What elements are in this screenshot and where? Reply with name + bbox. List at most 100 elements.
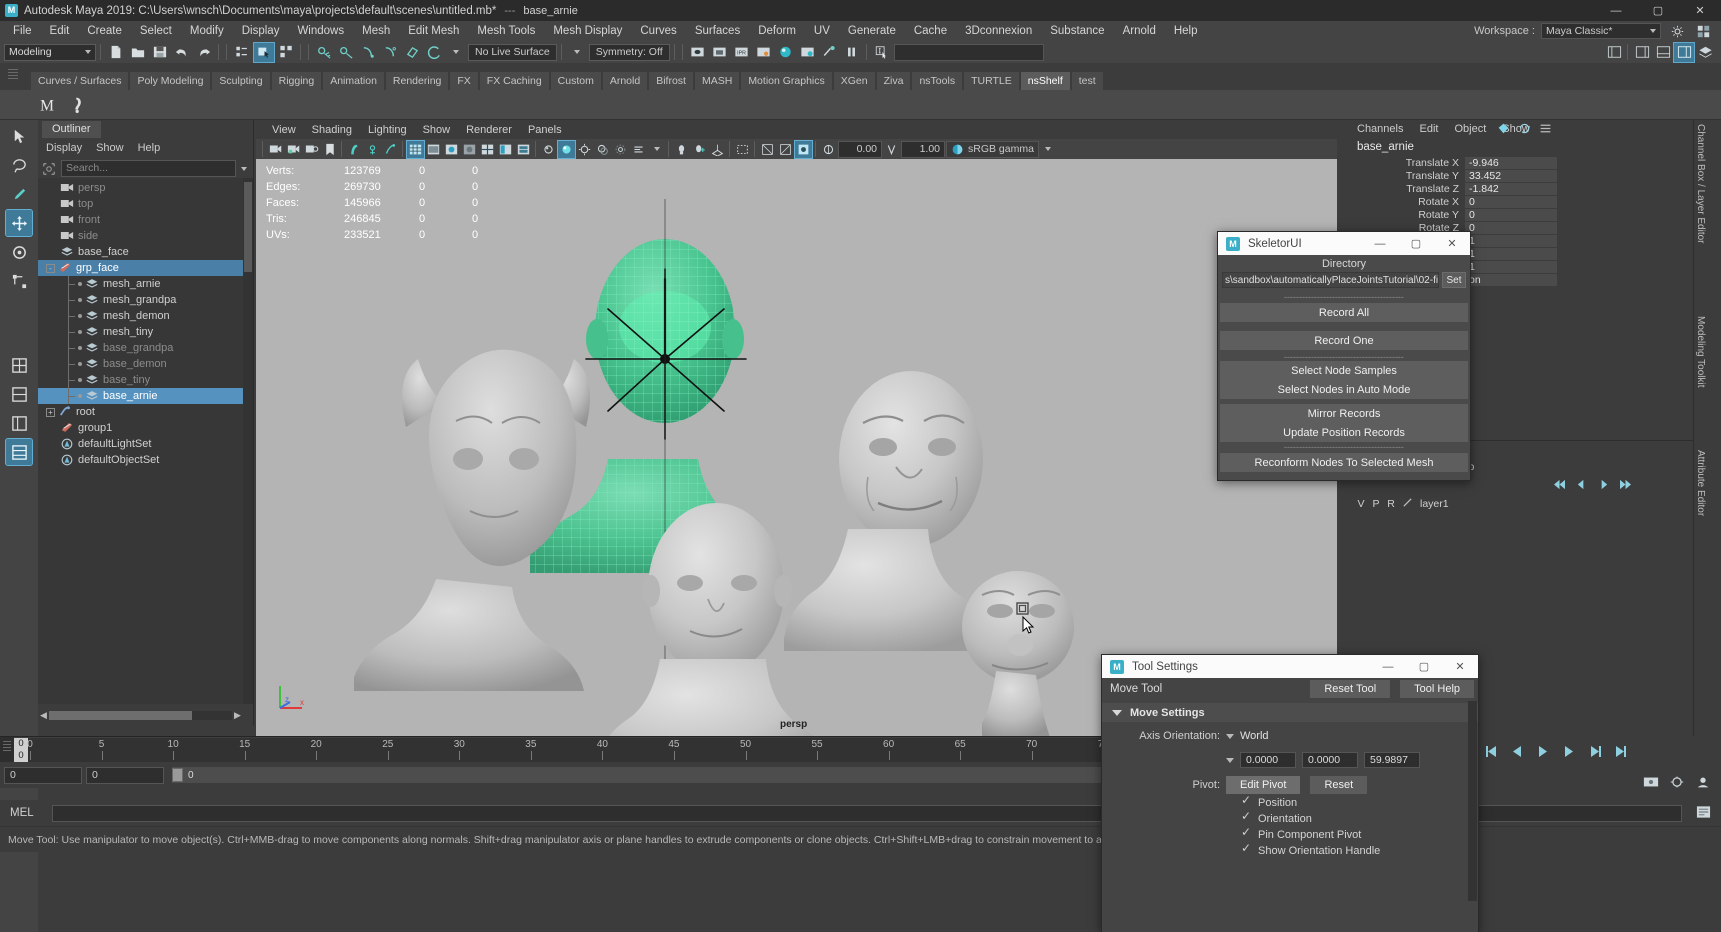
menu-windows[interactable]: Windows: [288, 21, 353, 41]
outliner-expander-root[interactable]: +: [46, 408, 55, 417]
shadows-icon[interactable]: [594, 141, 611, 158]
snap-dropdown-icon[interactable]: [446, 43, 466, 62]
show-orientation-handle-checkbox[interactable]: [1242, 846, 1252, 856]
menu-mesh[interactable]: Mesh: [353, 21, 399, 41]
open-scene-icon[interactable]: [128, 43, 148, 62]
orientation-checkbox-row[interactable]: Orientation: [1102, 811, 1478, 827]
channel-value[interactable]: on: [1465, 274, 1557, 286]
bookmark-icon[interactable]: [321, 141, 338, 158]
snap-point-icon[interactable]: [358, 43, 378, 62]
wireframe-shading-icon[interactable]: [407, 141, 424, 158]
rotate-tool[interactable]: [6, 239, 32, 265]
single-view-layout[interactable]: [6, 352, 32, 378]
smooth-shade-all-icon[interactable]: [425, 141, 442, 158]
pin-component-pivot-checkbox[interactable]: [1242, 830, 1252, 840]
channel-value[interactable]: 1: [1465, 261, 1557, 273]
color-management-icon[interactable]: [795, 141, 812, 158]
isolate-select-icon[interactable]: [673, 141, 690, 158]
go-to-start-icon[interactable]: [1483, 743, 1499, 759]
shelf-tab-xgen[interactable]: XGen: [833, 71, 876, 90]
four-view-layout[interactable]: [6, 381, 32, 407]
layer-name-cell[interactable]: layer1: [1420, 498, 1449, 510]
outliner-item-top[interactable]: top: [38, 196, 243, 212]
bookmark-camera-icon[interactable]: [303, 141, 320, 158]
menu-substance[interactable]: Substance: [1041, 21, 1113, 41]
viewport-caret-icon[interactable]: [648, 141, 665, 158]
outliner-item-base_face[interactable]: base_face: [38, 244, 243, 260]
scrollbar-thumb[interactable]: [244, 182, 252, 272]
tool-settings-window[interactable]: Tool Settings — ▢ ✕ Move Tool Reset Tool…: [1101, 654, 1479, 932]
outliner-item-persp[interactable]: persp: [38, 180, 243, 196]
outliner-item-side[interactable]: side: [38, 228, 243, 244]
snap-view-plane-icon[interactable]: [402, 43, 422, 62]
workspace-settings-icon[interactable]: [1667, 22, 1687, 41]
redo-icon[interactable]: [194, 43, 214, 62]
light-editor-icon[interactable]: [820, 43, 840, 62]
tool-help-button[interactable]: Tool Help: [1400, 680, 1474, 698]
skeletor-close-button[interactable]: ✕: [1434, 232, 1470, 255]
scroll-right-icon[interactable]: ▶: [232, 710, 243, 721]
skeletor-directory-field[interactable]: s\sandbox\automaticallyPlaceJointsTutori…: [1222, 272, 1439, 288]
layer-last-icon[interactable]: [1618, 478, 1633, 491]
channel-row-translate-y[interactable]: Translate Y33.452: [1337, 169, 1707, 182]
vertical-tab-channel-box[interactable]: Channel Box / Layer Editor: [1695, 124, 1706, 244]
channel-value[interactable]: 1: [1465, 248, 1557, 260]
outliner-item-mesh_demon[interactable]: mesh_demon: [38, 308, 243, 324]
shelf-item-mel-script-icon[interactable]: M: [34, 92, 60, 118]
persp-outliner-layout[interactable]: [6, 410, 32, 436]
shelf-tab-bifrost[interactable]: Bifrost: [648, 71, 694, 90]
ambient-occlusion-icon[interactable]: [612, 141, 629, 158]
render-region-icon[interactable]: [710, 43, 730, 62]
layer-first-icon[interactable]: [1552, 478, 1567, 491]
current-time-indicator[interactable]: 0 0: [14, 738, 28, 764]
skeletor-select-node-samples-button[interactable]: Select Node Samples: [1220, 361, 1468, 380]
script-editor-icon[interactable]: [1696, 805, 1711, 822]
outliner-item-grp_face[interactable]: -grp_face: [38, 260, 243, 276]
menu-file[interactable]: File: [4, 21, 41, 41]
lasso-tool[interactable]: [6, 152, 32, 178]
tool-settings-scrollbar[interactable]: [1468, 701, 1477, 901]
menu-uv[interactable]: UV: [805, 21, 839, 41]
menu-edit-mesh[interactable]: Edit Mesh: [399, 21, 468, 41]
shelf-tab-curves-surfaces[interactable]: Curves / Surfaces: [30, 71, 129, 90]
auto-keyframe-icon[interactable]: [1643, 775, 1659, 792]
position-checkbox[interactable]: [1242, 798, 1252, 808]
position-checkbox-row[interactable]: Position: [1102, 795, 1478, 811]
shelf-tab-nstools[interactable]: nsTools: [911, 71, 963, 90]
outliner-item-base_grandpa[interactable]: base_grandpa: [38, 340, 243, 356]
texture-shaded-icon[interactable]: [497, 141, 514, 158]
shelf-tab-ziva[interactable]: Ziva: [876, 71, 912, 90]
tool-settings-title-bar[interactable]: Tool Settings — ▢ ✕: [1102, 655, 1478, 678]
edit-pivot-button[interactable]: Edit Pivot: [1226, 776, 1300, 794]
shelf-grip-handle[interactable]: [8, 69, 18, 83]
channel-value[interactable]: -1.842: [1465, 183, 1557, 195]
layer-prev-icon[interactable]: [1574, 478, 1589, 491]
menu-mesh-tools[interactable]: Mesh Tools: [468, 21, 544, 41]
exposure-down-icon[interactable]: [759, 141, 776, 158]
xray-icon[interactable]: [382, 141, 399, 158]
viewport-menu-shading[interactable]: Shading: [304, 124, 360, 136]
exposure-up-icon[interactable]: [777, 141, 794, 158]
axis-orientation-value[interactable]: World: [1240, 730, 1269, 742]
outliner-item-base_tiny[interactable]: base_tiny: [38, 372, 243, 388]
menu-edit[interactable]: Edit: [41, 21, 79, 41]
menu-mesh-display[interactable]: Mesh Display: [544, 21, 631, 41]
move-settings-section-header[interactable]: Move Settings: [1102, 703, 1478, 722]
pin-component-pivot-checkbox-row[interactable]: Pin Component Pivot: [1102, 827, 1478, 843]
layers-toggle-icon[interactable]: [1695, 43, 1715, 62]
channel-box-refresh-icon[interactable]: [1518, 122, 1531, 138]
camera-attributes-icon[interactable]: [285, 141, 302, 158]
channel-box-toggle-icon[interactable]: [1674, 43, 1694, 62]
outliner-expander-grp_face[interactable]: -: [46, 264, 55, 273]
outliner-item-front[interactable]: front: [38, 212, 243, 228]
shelf-tab-turtle[interactable]: TURTLE: [963, 71, 1020, 90]
viewport-menu-view[interactable]: View: [264, 124, 304, 136]
workspace-select[interactable]: Maya Classic*: [1541, 23, 1661, 39]
outliner-tab[interactable]: Outliner: [42, 121, 101, 138]
viewport-options-caret-icon[interactable]: [1040, 141, 1057, 158]
isolate-select-add-icon[interactable]: [691, 141, 708, 158]
go-to-end-icon[interactable]: [1613, 743, 1629, 759]
scrollbar-thumb[interactable]: [49, 711, 192, 720]
outliner-horizontal-scrollbar[interactable]: ◀ ▶: [38, 709, 243, 722]
tool-settings-maximize-button[interactable]: ▢: [1406, 655, 1442, 678]
